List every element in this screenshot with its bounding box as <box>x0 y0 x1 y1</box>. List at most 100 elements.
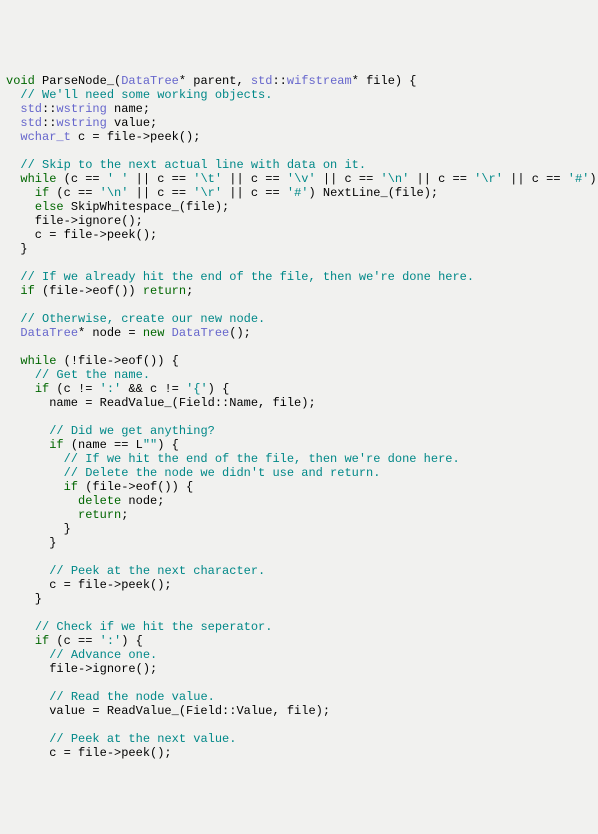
token-com: // Read the node value. <box>49 690 215 704</box>
code-line[interactable]: return; <box>6 508 592 522</box>
token-plain: * file) { <box>352 74 417 88</box>
token-str: '\t' <box>193 172 222 186</box>
token-str: '\n' <box>381 172 410 186</box>
code-line[interactable]: // Check if we hit the seperator. <box>6 620 592 634</box>
code-line[interactable]: // Delete the node we didn't use and ret… <box>6 466 592 480</box>
token-kw: else <box>35 200 64 214</box>
token-com: // Peek at the next character. <box>49 564 265 578</box>
token-plain: (!file->eof()) { <box>56 354 178 368</box>
code-line[interactable]: if (c == '\n' || c == '\r' || c == '#') … <box>6 186 592 200</box>
token-plain <box>6 88 20 102</box>
code-line[interactable]: } <box>6 522 592 536</box>
code-line[interactable]: if (c != ':' && c != '{') { <box>6 382 592 396</box>
token-plain: && c != <box>121 382 186 396</box>
code-line[interactable]: // Read the node value. <box>6 690 592 704</box>
token-plain: (c != <box>49 382 99 396</box>
token-plain: * node = <box>78 326 143 340</box>
token-tp: wifstream <box>287 74 352 88</box>
code-line[interactable]: c = file->peek(); <box>6 746 592 760</box>
code-line[interactable]: // If we hit the end of the file, then w… <box>6 452 592 466</box>
code-line[interactable]: c = file->peek(); <box>6 578 592 592</box>
code-line[interactable]: value = ReadValue_(Field::Value, file); <box>6 704 592 718</box>
code-line[interactable]: } <box>6 536 592 550</box>
token-plain <box>6 354 20 368</box>
token-plain <box>6 690 49 704</box>
code-line[interactable] <box>6 606 592 620</box>
token-tp: wchar_t <box>20 130 70 144</box>
token-plain: SkipWhitespace_(file); <box>64 200 230 214</box>
code-line[interactable]: std::wstring value; <box>6 116 592 130</box>
code-line[interactable]: // Skip to the next actual line with dat… <box>6 158 592 172</box>
code-line[interactable]: if (file->eof()) { <box>6 480 592 494</box>
token-plain: c = file->peek(); <box>71 130 201 144</box>
code-line[interactable]: // Otherwise, create our new node. <box>6 312 592 326</box>
code-line[interactable]: if (c == ':') { <box>6 634 592 648</box>
token-plain: (file->eof()) <box>35 284 143 298</box>
code-line[interactable]: // Peek at the next value. <box>6 732 592 746</box>
code-line[interactable] <box>6 550 592 564</box>
token-plain <box>6 424 49 438</box>
token-plain: } <box>6 592 42 606</box>
code-line[interactable] <box>6 256 592 270</box>
code-line[interactable]: // Did we get anything? <box>6 424 592 438</box>
token-plain: || c == <box>409 172 474 186</box>
token-plain <box>6 116 20 130</box>
token-str: '#' <box>287 186 309 200</box>
code-line[interactable]: file->ignore(); <box>6 662 592 676</box>
token-plain: (file->eof()) { <box>78 480 193 494</box>
token-tp: DataTree <box>121 74 179 88</box>
code-line[interactable]: DataTree* node = new DataTree(); <box>6 326 592 340</box>
token-str: '\r' <box>474 172 503 186</box>
token-plain: || c == <box>316 172 381 186</box>
token-str: '\v' <box>287 172 316 186</box>
token-plain: (c == <box>49 186 99 200</box>
code-line[interactable] <box>6 340 592 354</box>
token-kw: if <box>20 284 34 298</box>
token-plain: (c == <box>49 634 99 648</box>
token-com: // Skip to the next actual line with dat… <box>20 158 366 172</box>
token-kw: void <box>6 74 35 88</box>
code-line[interactable]: name = ReadValue_(Field::Name, file); <box>6 396 592 410</box>
code-line[interactable]: if (file->eof()) return; <box>6 284 592 298</box>
token-plain: value = ReadValue_(Field::Value, file); <box>6 704 330 718</box>
code-line[interactable]: wchar_t c = file->peek(); <box>6 130 592 144</box>
code-line[interactable]: while (!file->eof()) { <box>6 354 592 368</box>
token-com: // Advance one. <box>49 648 157 662</box>
token-tp: std <box>20 116 42 130</box>
token-plain: } <box>6 242 28 256</box>
token-kw: if <box>64 480 78 494</box>
code-line[interactable] <box>6 676 592 690</box>
code-line[interactable]: while (c == ' ' || c == '\t' || c == '\v… <box>6 172 592 186</box>
code-line[interactable] <box>6 718 592 732</box>
code-line[interactable]: file->ignore(); <box>6 214 592 228</box>
token-plain <box>6 270 20 284</box>
token-plain: * parent, <box>179 74 251 88</box>
code-line[interactable]: // We'll need some working objects. <box>6 88 592 102</box>
code-line[interactable]: if (name == L"") { <box>6 438 592 452</box>
code-line[interactable]: void ParseNode_(DataTree* parent, std::w… <box>6 74 592 88</box>
code-line[interactable]: } <box>6 592 592 606</box>
token-kw: if <box>35 186 49 200</box>
token-kw: new <box>143 326 165 340</box>
token-str: ' ' <box>107 172 129 186</box>
token-plain: name = ReadValue_(Field::Name, file); <box>6 396 316 410</box>
token-plain: (); <box>229 326 251 340</box>
code-line[interactable]: } <box>6 242 592 256</box>
code-editor[interactable]: void ParseNode_(DataTree* parent, std::w… <box>0 70 598 764</box>
token-str: '\r' <box>193 186 222 200</box>
code-line[interactable] <box>6 298 592 312</box>
code-line[interactable]: delete node; <box>6 494 592 508</box>
code-line[interactable] <box>6 410 592 424</box>
token-plain <box>6 102 20 116</box>
code-line[interactable]: // Peek at the next character. <box>6 564 592 578</box>
code-line[interactable]: std::wstring name; <box>6 102 592 116</box>
token-plain: node; <box>121 494 164 508</box>
code-line[interactable] <box>6 144 592 158</box>
token-kw: return <box>78 508 121 522</box>
code-line[interactable]: // If we already hit the end of the file… <box>6 270 592 284</box>
token-plain: file->ignore(); <box>6 214 143 228</box>
code-line[interactable]: // Advance one. <box>6 648 592 662</box>
code-line[interactable]: c = file->peek(); <box>6 228 592 242</box>
code-line[interactable]: // Get the name. <box>6 368 592 382</box>
code-line[interactable]: else SkipWhitespace_(file); <box>6 200 592 214</box>
